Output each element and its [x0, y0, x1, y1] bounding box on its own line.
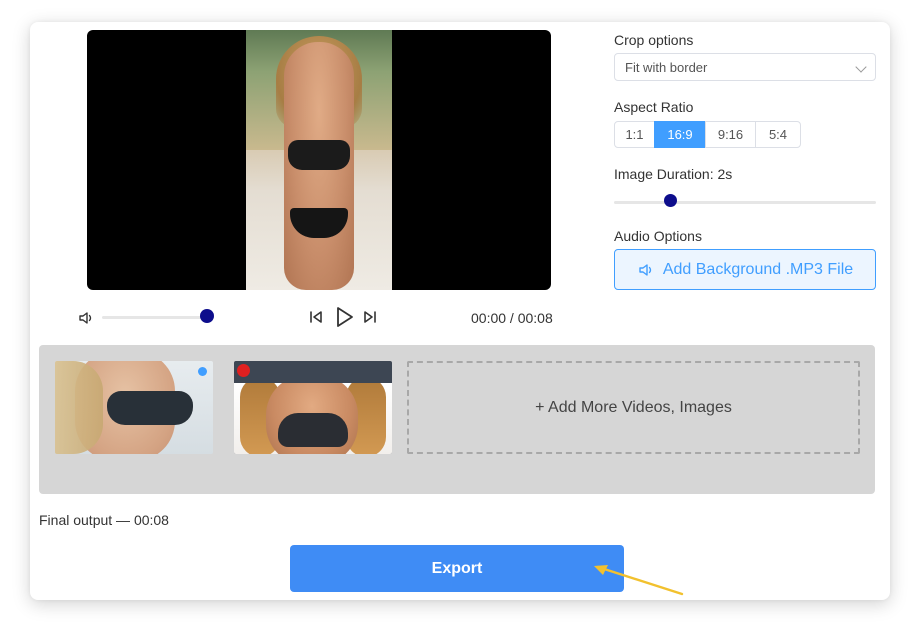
- image-duration-label: Image Duration: 2s: [614, 166, 733, 182]
- volume-icon[interactable]: [77, 309, 95, 327]
- volume-slider-handle[interactable]: [200, 309, 214, 323]
- final-output-duration: Final output — 00:08: [39, 512, 169, 528]
- aspect-option-16-9[interactable]: 16:9: [654, 121, 706, 148]
- pointer-arrow-icon: [594, 565, 684, 596]
- audio-options-label: Audio Options: [614, 228, 702, 244]
- media-thumbnail-2[interactable]: [234, 361, 392, 454]
- editor-card: 00:00 / 00:08 Crop options Fit with bord…: [30, 22, 890, 600]
- crop-options-value: Fit with border: [625, 60, 708, 75]
- skip-forward-icon[interactable]: [360, 307, 380, 327]
- aspect-option-9-16[interactable]: 9:16: [705, 121, 756, 148]
- speaker-icon: [639, 263, 652, 276]
- add-more-media-button[interactable]: + Add More Videos, Images: [407, 361, 860, 454]
- aspect-ratio-label: Aspect Ratio: [614, 99, 694, 115]
- preview-image: [246, 30, 392, 290]
- playback-time: 00:00 / 00:08: [471, 310, 553, 326]
- duration-slider[interactable]: [614, 201, 876, 204]
- media-thumbnail-1[interactable]: [55, 361, 213, 454]
- add-mp3-label: Add Background .MP3 File: [662, 260, 854, 278]
- selected-indicator: [198, 367, 207, 376]
- chevron-down-icon: [855, 61, 867, 73]
- media-tray: + Add More Videos, Images: [39, 345, 875, 494]
- duration-slider-handle[interactable]: [664, 194, 677, 207]
- remove-media-button[interactable]: [237, 364, 250, 377]
- video-preview[interactable]: [87, 30, 551, 290]
- crop-options-select[interactable]: Fit with border: [614, 53, 876, 81]
- volume-slider[interactable]: [102, 316, 208, 319]
- aspect-ratio-group: 1:1 16:9 9:16 5:4: [614, 121, 801, 148]
- aspect-option-1-1[interactable]: 1:1: [614, 121, 655, 148]
- aspect-option-5-4[interactable]: 5:4: [755, 121, 801, 148]
- crop-options-label: Crop options: [614, 32, 694, 48]
- export-button[interactable]: Export: [290, 545, 624, 592]
- skip-back-icon[interactable]: [306, 307, 326, 327]
- play-icon[interactable]: [332, 305, 356, 329]
- add-mp3-button[interactable]: Add Background .MP3 File: [614, 249, 876, 290]
